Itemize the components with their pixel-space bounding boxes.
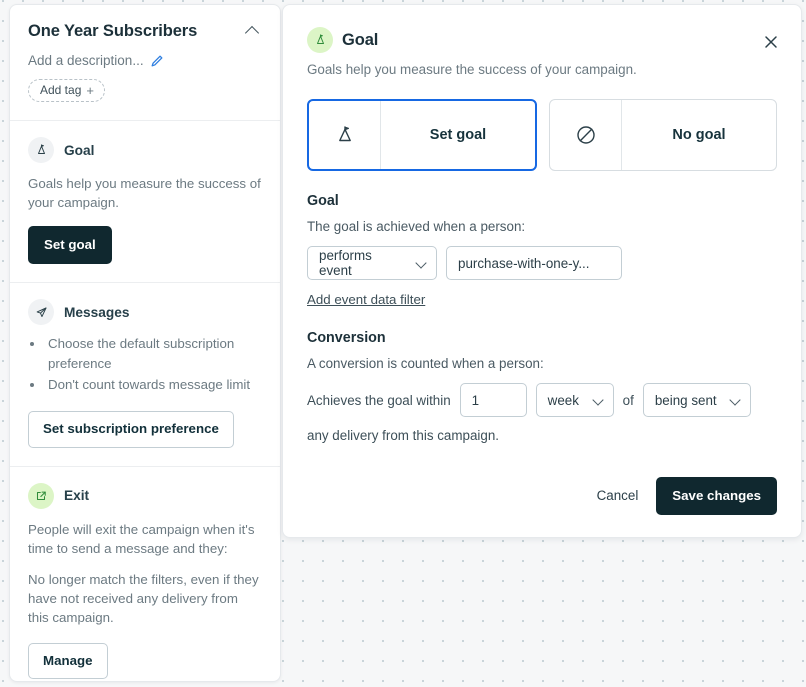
panel-footer: Cancel Save changes xyxy=(597,477,777,515)
exit-body-line-1: People will exit the campaign when it's … xyxy=(28,520,262,558)
messages-section-title: Messages xyxy=(64,305,129,320)
exit-body-line-2: No longer match the filters, even if the… xyxy=(28,570,262,627)
set-goal-button[interactable]: Set goal xyxy=(28,226,112,264)
option-no-goal-label: No goal xyxy=(622,100,776,170)
save-changes-button[interactable]: Save changes xyxy=(656,477,777,515)
campaign-sidebar-card: One Year Subscribers Add a description..… xyxy=(9,4,281,682)
goal-mode-options: Set goal No goal xyxy=(307,99,777,171)
plus-icon: + xyxy=(86,84,94,97)
conversion-window-row: Achieves the goal within week of being s… xyxy=(307,383,777,417)
sidebar-title-row: One Year Subscribers xyxy=(28,21,262,41)
messages-bullet-list: Choose the default subscription preferen… xyxy=(28,334,262,395)
goal-section-description: The goal is achieved when a person: xyxy=(307,219,777,234)
add-tag-label: Add tag xyxy=(40,83,81,97)
add-event-data-filter-link[interactable]: Add event data filter xyxy=(307,292,425,307)
sidebar-section-goal: Goal Goals help you measure the success … xyxy=(10,121,280,283)
conversion-amount-input[interactable] xyxy=(460,383,527,417)
set-subscription-preference-button[interactable]: Set subscription preference xyxy=(28,411,234,447)
exit-section-title: Exit xyxy=(64,488,89,503)
goal-condition-select[interactable]: performs event xyxy=(307,246,437,280)
conversion-prefix-text: Achieves the goal within xyxy=(307,393,451,408)
goal-section-heading: Goal xyxy=(307,193,777,209)
cancel-button[interactable]: Cancel xyxy=(597,488,639,503)
description-row[interactable]: Add a description... xyxy=(28,52,262,69)
option-no-goal[interactable]: No goal xyxy=(549,99,777,171)
conversion-suffix-text: any delivery from this campaign. xyxy=(307,428,777,443)
panel-title: Goal xyxy=(342,31,378,50)
conversion-unit-select[interactable]: week xyxy=(536,383,614,417)
option-set-goal-label: Set goal xyxy=(381,101,535,169)
goal-event-input[interactable] xyxy=(446,246,622,280)
sidebar-section-exit: Exit People will exit the campaign when … xyxy=(10,467,280,682)
list-item: Choose the default subscription preferen… xyxy=(45,334,262,374)
conversion-trigger-select[interactable]: being sent xyxy=(643,383,751,417)
list-item: Don't count towards message limit xyxy=(45,375,262,395)
goal-settings-panel: Goal Goals help you measure the success … xyxy=(282,4,802,538)
panel-subtitle: Goals help you measure the success of yo… xyxy=(307,62,777,77)
chevron-down-icon xyxy=(416,258,427,269)
no-entry-icon xyxy=(550,100,622,170)
add-tag-chip[interactable]: Add tag + xyxy=(28,79,105,102)
chevron-down-icon xyxy=(730,395,741,406)
messages-section-header: Messages xyxy=(28,299,262,325)
exit-section-header: Exit xyxy=(28,483,262,509)
conversion-unit-value: week xyxy=(548,393,579,408)
goal-section-title: Goal xyxy=(64,143,94,158)
sidebar-header-section: One Year Subscribers Add a description..… xyxy=(10,5,280,121)
description-placeholder: Add a description... xyxy=(28,52,144,69)
goal-section-body: Goals help you measure the success of yo… xyxy=(28,174,262,212)
goal-definition-section: Goal The goal is achieved when a person:… xyxy=(307,193,777,309)
chevron-up-icon[interactable] xyxy=(244,22,262,40)
panel-header: Goal xyxy=(307,27,777,53)
option-set-goal[interactable]: Set goal xyxy=(307,99,537,171)
goal-condition-row: performs event xyxy=(307,246,777,280)
exit-external-link-icon xyxy=(28,483,54,509)
conversion-section-description: A conversion is counted when a person: xyxy=(307,356,777,371)
goal-condition-value: performs event xyxy=(319,248,406,278)
conversion-joiner-text: of xyxy=(623,393,634,408)
conversion-trigger-value: being sent xyxy=(655,393,717,408)
close-icon[interactable] xyxy=(761,32,781,52)
manage-button[interactable]: Manage xyxy=(28,643,108,679)
pencil-icon[interactable] xyxy=(150,54,164,68)
goal-flag-icon xyxy=(28,137,54,163)
goal-section-header: Goal xyxy=(28,137,262,163)
goal-flag-icon xyxy=(307,27,333,53)
campaign-title: One Year Subscribers xyxy=(28,21,197,41)
sidebar-section-messages: Messages Choose the default subscription… xyxy=(10,283,280,466)
chevron-down-icon xyxy=(593,395,604,406)
exit-section-body: People will exit the campaign when it's … xyxy=(28,520,262,627)
conversion-section: Conversion A conversion is counted when … xyxy=(307,330,777,443)
goal-flag-icon xyxy=(309,101,381,169)
conversion-section-heading: Conversion xyxy=(307,330,777,346)
paper-plane-icon xyxy=(28,299,54,325)
